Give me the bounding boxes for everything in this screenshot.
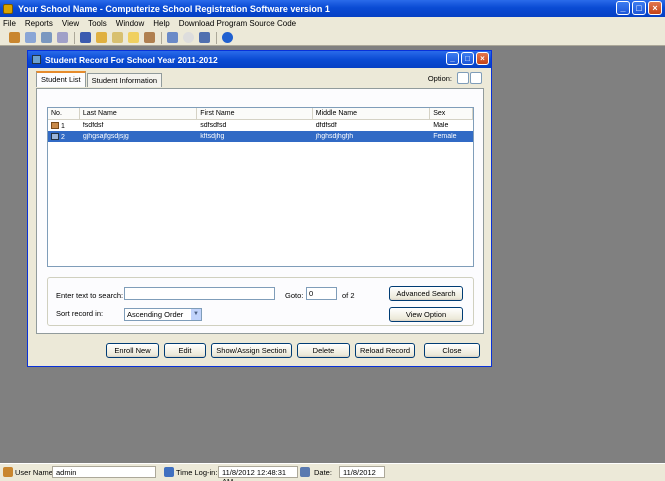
student-record-title-bar[interactable]: Student Record For School Year 2011-2012… [28, 51, 491, 68]
app-title: Your School Name - Computerize School Re… [18, 3, 330, 14]
toolbar [0, 30, 665, 46]
cell-no: 2 [61, 133, 65, 141]
students-icon[interactable] [9, 32, 20, 43]
user-label: User Name: [15, 468, 56, 477]
date-label: Date: [314, 468, 332, 477]
tab-student-information[interactable]: Student Information [86, 73, 163, 87]
column-middle-name[interactable]: Middle Name [313, 108, 431, 119]
cell-last-name: fsdfdsf [82, 122, 104, 129]
column-first-name[interactable]: First Name [197, 108, 313, 119]
sort-order-select[interactable]: Ascending Order ▼ [124, 308, 202, 321]
briefcase-icon[interactable] [144, 32, 155, 43]
column-last-name[interactable]: Last Name [80, 108, 198, 119]
table-row[interactable]: 2 gjhgsajfgsdjsjg kftsdjhg jhghsdjhgfjh … [48, 131, 473, 142]
app-icon [3, 3, 13, 14]
reload-record-button[interactable]: Reload Record [355, 343, 415, 358]
search-input[interactable] [124, 287, 275, 300]
close-button[interactable]: × [648, 1, 662, 15]
cell-middle-name: dfdfsdf [315, 122, 337, 129]
user-value: admin [52, 466, 156, 478]
network-icon[interactable] [41, 32, 52, 43]
goto-total: of 2 [342, 291, 355, 300]
menu-tools[interactable]: Tools [88, 19, 107, 28]
column-sex[interactable]: Sex [430, 108, 473, 119]
edit-button[interactable]: Edit [164, 343, 206, 358]
enroll-new-button[interactable]: Enroll New [106, 343, 159, 358]
list-header: No. Last Name First Name Middle Name Sex [48, 108, 473, 120]
menu-download-source[interactable]: Download Program Source Code [179, 19, 296, 28]
search-group: Enter text to search: Goto: 0 of 2 Sort … [47, 277, 474, 326]
goto-label: Goto: [285, 291, 304, 300]
option-label: Option: [427, 74, 452, 83]
tab-strip: Student List Student Information [36, 71, 163, 87]
help-icon[interactable] [222, 32, 233, 43]
cell-sex: Male [433, 122, 449, 129]
student-list-panel: No. Last Name First Name Middle Name Sex… [36, 88, 484, 334]
minimize-button[interactable]: _ [616, 1, 630, 15]
menu-file[interactable]: File [3, 19, 16, 28]
cell-last-name: gjhgsajfgsdjsjg [82, 133, 129, 140]
login-label: Time Log-in: [176, 468, 218, 477]
tab-student-list[interactable]: Student List [36, 71, 86, 87]
envelope-icon[interactable] [112, 32, 123, 43]
close-form-button[interactable]: Close [424, 343, 480, 358]
toolbar-separator [216, 31, 217, 44]
child-close-button[interactable]: × [476, 52, 489, 65]
sort-order-value: Ascending Order [127, 310, 184, 319]
sections-icon[interactable] [25, 32, 36, 43]
cell-middle-name: jhghsdjhgfjh [315, 133, 354, 140]
toolbar-separator [161, 31, 162, 44]
menu-reports[interactable]: Reports [25, 19, 53, 28]
menu-window[interactable]: Window [116, 19, 144, 28]
menu-view[interactable]: View [62, 19, 79, 28]
student-record-title: Student Record For School Year 2011-2012 [45, 54, 218, 65]
student-icon [51, 121, 59, 129]
maximize-button[interactable]: □ [632, 1, 646, 15]
column-no[interactable]: No. [48, 108, 80, 119]
app-title-bar[interactable]: Your School Name - Computerize School Re… [0, 0, 665, 17]
student-record-window: Student Record For School Year 2011-2012… [27, 50, 492, 367]
sort-label: Sort record in: [56, 309, 104, 318]
date-value: 11/8/2012 [339, 466, 385, 478]
subjects-icon[interactable] [57, 32, 68, 43]
chevron-down-icon[interactable]: ▼ [190, 309, 201, 320]
child-maximize-button[interactable]: □ [461, 52, 474, 65]
calendar-icon [300, 467, 310, 477]
show-assign-section-button[interactable]: Show/Assign Section [211, 343, 292, 358]
advanced-search-button[interactable]: Advanced Search [389, 286, 463, 301]
status-bar: User Name: admin Time Log-in: 11/8/2012 … [0, 463, 665, 481]
toolbar-separator [74, 31, 75, 44]
view-option-button[interactable]: View Option [389, 307, 463, 322]
time-icon [164, 467, 174, 477]
clock-icon[interactable] [183, 32, 194, 43]
login-value: 11/8/2012 12:48:31 AM [218, 466, 298, 481]
cell-first-name: sdfsdfsd [200, 122, 227, 129]
option-print-icon[interactable] [457, 72, 469, 84]
table-row[interactable]: 1 fsdfdsf sdfsdfsd dfdfsdf Male [48, 120, 473, 131]
lightbulb-icon[interactable] [128, 32, 139, 43]
book-icon[interactable] [80, 32, 91, 43]
window-icon [32, 55, 41, 64]
user-icon [3, 467, 13, 477]
student-icon [51, 132, 59, 140]
search-label: Enter text to search: [56, 291, 124, 300]
window-icon[interactable] [199, 32, 210, 43]
child-minimize-button[interactable]: _ [446, 52, 459, 65]
cell-first-name: kftsdjhg [200, 133, 225, 140]
option-settings-icon[interactable] [470, 72, 482, 84]
notebook-icon[interactable] [167, 32, 178, 43]
folder-icon[interactable] [96, 32, 107, 43]
goto-input[interactable]: 0 [306, 287, 337, 300]
student-list-view[interactable]: No. Last Name First Name Middle Name Sex… [47, 107, 474, 267]
cell-sex: Female [433, 133, 457, 140]
cell-no: 1 [61, 122, 65, 130]
menu-bar: File Reports View Tools Window Help Down… [0, 17, 665, 30]
delete-button[interactable]: Delete [297, 343, 350, 358]
menu-help[interactable]: Help [153, 19, 169, 28]
